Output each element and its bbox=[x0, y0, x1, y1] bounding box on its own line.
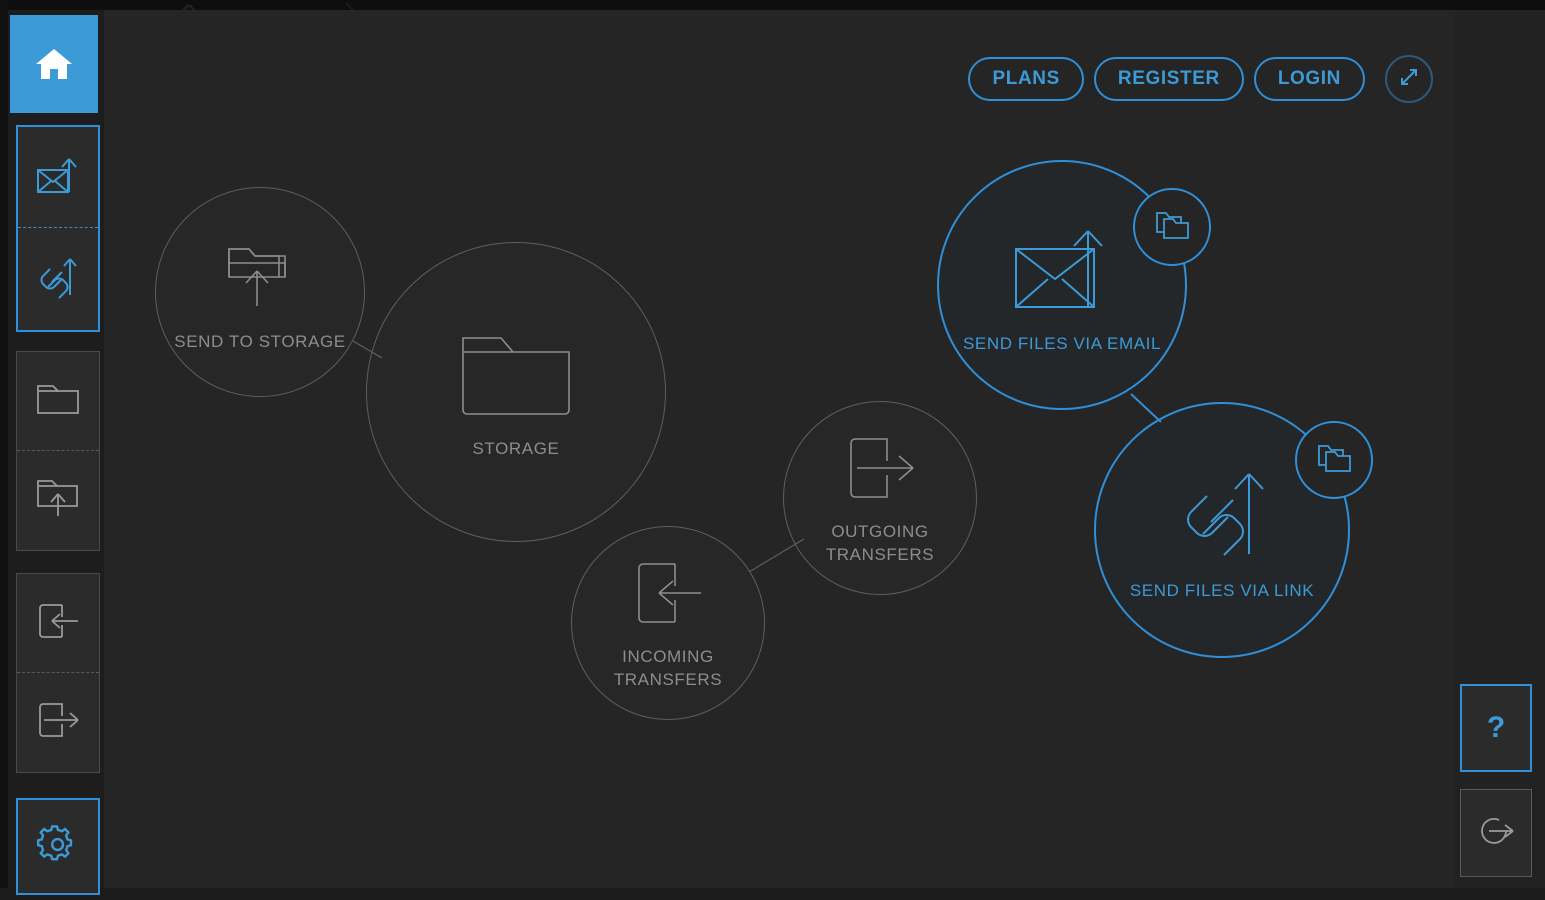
logout-button[interactable] bbox=[1460, 789, 1532, 877]
bubble-storage[interactable]: STORAGE bbox=[366, 242, 666, 542]
link-upload-icon bbox=[32, 251, 84, 306]
sidebar-item-settings[interactable] bbox=[18, 800, 98, 895]
register-button[interactable]: REGISTER bbox=[1093, 57, 1244, 101]
help-button[interactable]: ? bbox=[1460, 684, 1532, 772]
app-root: SEND TO STORAGE STORAGE INCOMING TRANSFE… bbox=[0, 0, 1545, 900]
satellite-copy-files-link[interactable] bbox=[1295, 421, 1373, 499]
bubble-label: SEND TO STORAGE bbox=[174, 331, 346, 351]
bubble-label: SEND FILES VIA LINK bbox=[1129, 580, 1315, 600]
login-button[interactable]: LOGIN bbox=[1253, 57, 1365, 101]
window-frame-bottom bbox=[0, 888, 1545, 900]
sidebar-item-incoming-transfers[interactable] bbox=[17, 574, 99, 673]
copy-folders-icon bbox=[1315, 441, 1353, 480]
satellite-copy-files-email[interactable] bbox=[1133, 188, 1211, 266]
outgoing-transfer-icon bbox=[34, 698, 82, 747]
logout-icon bbox=[1475, 811, 1517, 856]
sidebar-item-home[interactable] bbox=[10, 15, 98, 113]
sidebar-group-storage bbox=[16, 351, 100, 551]
folder-icon bbox=[457, 324, 575, 424]
folder-upload-icon bbox=[217, 231, 303, 317]
folder-upload-icon bbox=[34, 476, 82, 525]
sidebar-item-send-via-link[interactable] bbox=[18, 228, 98, 329]
edge-email-link bbox=[1130, 393, 1162, 423]
sidebar-group-transfers bbox=[16, 573, 100, 773]
gear-icon bbox=[36, 823, 80, 872]
sidebar-item-send-to-storage[interactable] bbox=[17, 451, 99, 550]
folder-icon bbox=[34, 380, 82, 423]
outgoing-transfer-icon bbox=[841, 429, 919, 507]
topbar-actions: PLANS REGISTER LOGIN bbox=[968, 55, 1433, 103]
sidebar-group-send bbox=[16, 125, 100, 332]
bubble-send-to-storage[interactable]: SEND TO STORAGE bbox=[155, 187, 365, 397]
main-canvas: SEND TO STORAGE STORAGE INCOMING TRANSFE… bbox=[104, 10, 1455, 888]
sidebar-item-storage[interactable] bbox=[17, 352, 99, 451]
expand-icon bbox=[1396, 64, 1422, 95]
fullscreen-button[interactable] bbox=[1385, 55, 1433, 103]
copy-folders-icon bbox=[1153, 208, 1191, 247]
plans-button[interactable]: PLANS bbox=[968, 57, 1084, 101]
bubble-outgoing-transfers[interactable]: OUTGOING TRANSFERS bbox=[783, 401, 977, 595]
incoming-transfer-icon bbox=[629, 554, 707, 632]
sidebar-item-outgoing-transfers[interactable] bbox=[17, 673, 99, 772]
link-upload-icon bbox=[1163, 458, 1281, 566]
email-upload-icon bbox=[1002, 215, 1122, 319]
bubble-incoming-transfers[interactable]: INCOMING TRANSFERS bbox=[571, 526, 765, 720]
bubble-label: SEND FILES VIA EMAIL bbox=[962, 333, 1162, 353]
email-upload-icon bbox=[32, 152, 84, 203]
bubble-label: STORAGE bbox=[472, 438, 560, 458]
sidebar-group-settings bbox=[16, 798, 100, 895]
left-sidebar bbox=[8, 10, 104, 895]
window-frame-left bbox=[0, 0, 8, 900]
incoming-transfer-icon bbox=[34, 599, 82, 648]
bubble-label: INCOMING TRANSFERS bbox=[613, 647, 723, 689]
sidebar-item-send-via-email[interactable] bbox=[18, 127, 98, 228]
bubble-label: OUTGOING TRANSFERS bbox=[825, 522, 935, 564]
home-icon bbox=[34, 46, 74, 82]
